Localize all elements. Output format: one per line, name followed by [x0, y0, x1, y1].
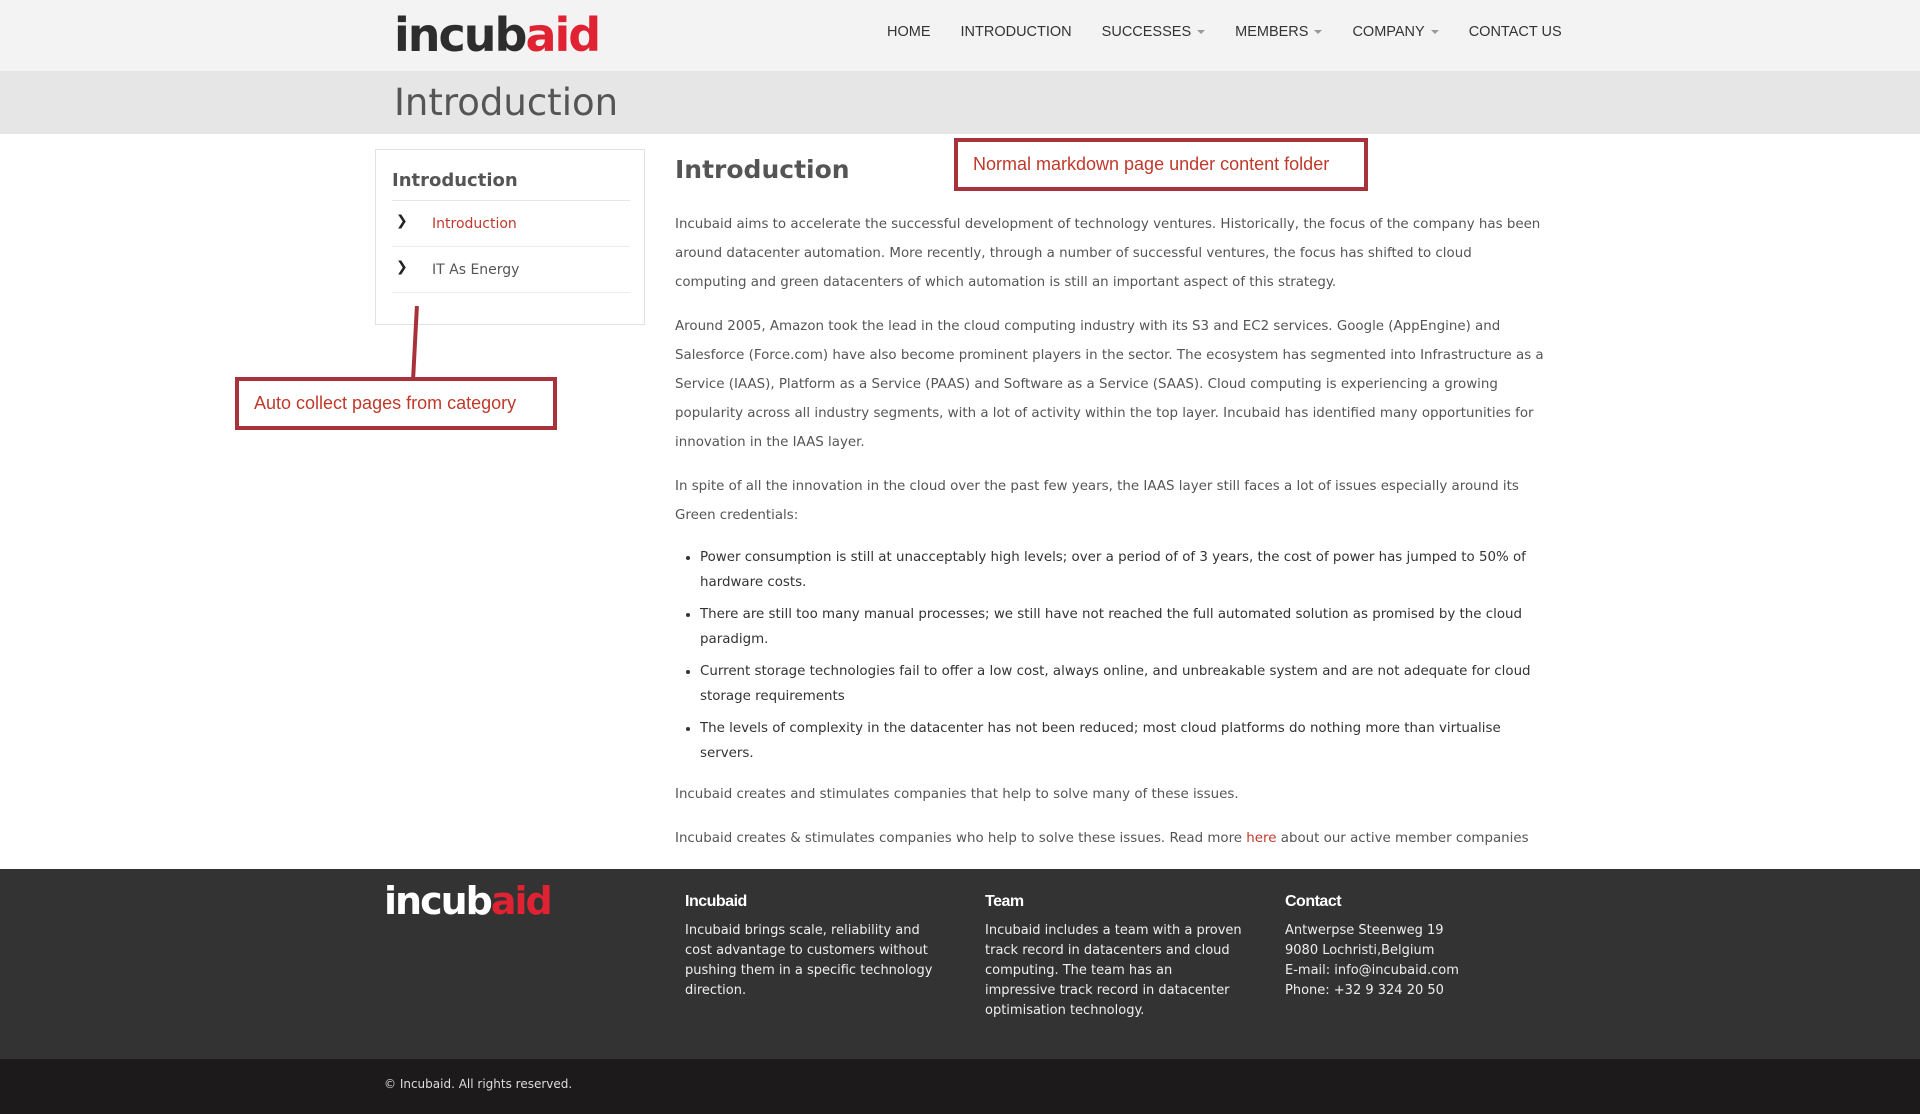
nav-contact-us[interactable]: CONTACT US [1469, 24, 1562, 40]
main-content: Introduction Incubaid aims to accelerate… [675, 150, 1545, 868]
paragraph: Around 2005, Amazon took the lead in the… [675, 319, 1544, 450]
footer-col-team: Team Incubaid includes a team with a pro… [985, 893, 1245, 1021]
text: about our active member companies [1276, 831, 1529, 846]
list-item: Power consumption is still at unacceptab… [700, 545, 1545, 595]
caret-down-icon [1314, 30, 1323, 34]
footer-logo[interactable]: incub aid [384, 879, 553, 923]
chevron-right-icon: ❯ [396, 259, 408, 275]
chevron-right-icon: ❯ [396, 213, 408, 229]
contact-city: 9080 Lochristi,Belgium [1285, 943, 1435, 958]
footer-col-text: Incubaid includes a team with a proven t… [985, 923, 1242, 1018]
annotation-content-note: Normal markdown page under content folde… [954, 138, 1368, 191]
nav-introduction[interactable]: INTRODUCTION [961, 24, 1072, 40]
footer-col-title: Incubaid [685, 893, 747, 910]
nav-company[interactable]: COMPANY [1352, 24, 1439, 40]
logo-text-dark: incub [394, 8, 527, 62]
footer-col-title: Contact [1285, 893, 1342, 910]
nav-successes[interactable]: SUCCESSES [1101, 24, 1206, 40]
footer-col-contact: Contact Antwerpse Steenweg 19 9080 Lochr… [1285, 893, 1545, 1001]
caret-down-icon [1430, 30, 1439, 34]
main-nav: HOME INTRODUCTION SUCCESSES MEMBERS COMP… [887, 24, 1592, 40]
logo-text-light: incub [384, 879, 493, 923]
nav-members[interactable]: MEMBERS [1235, 24, 1323, 40]
contact-address: Antwerpse Steenweg 19 [1285, 923, 1444, 938]
logo-text-red: aid [490, 879, 553, 923]
annotation-text: Auto collect pages from category [254, 393, 517, 413]
list-item: Current storage technologies fail to off… [700, 659, 1545, 709]
nav-label: COMPANY [1352, 24, 1425, 40]
sidebar-item-it-as-energy[interactable]: ❯ IT As Energy [392, 247, 630, 293]
sidebar-title: Introduction [392, 170, 518, 191]
category-sidebar: Introduction ❯ Introduction ❯ IT As Ener… [375, 149, 645, 325]
list-item: The levels of complexity in the datacent… [700, 716, 1545, 766]
annotation-category-note: Auto collect pages from category [235, 377, 557, 430]
nav-label: CONTACT US [1468, 24, 1562, 40]
nav-home[interactable]: HOME [887, 24, 931, 40]
annotation-text: Normal markdown page under content folde… [973, 154, 1330, 174]
nav-label: SUCCESSES [1101, 24, 1192, 40]
here-link[interactable]: here [1246, 831, 1276, 846]
footer-col-incubaid: Incubaid Incubaid brings scale, reliabil… [685, 893, 945, 1001]
caret-down-icon [1197, 30, 1206, 34]
incubaid-logo[interactable]: incub aid [394, 8, 601, 62]
page-title-bar: Introduction [0, 71, 1920, 134]
issues-list: Power consumption is still at unacceptab… [700, 545, 1545, 766]
footer-col-title: Team [985, 893, 1024, 910]
list-item: There are still too many manual processe… [700, 602, 1545, 652]
footer-col-text: Incubaid brings scale, reliability and c… [685, 923, 933, 998]
sidebar-item-introduction[interactable]: ❯ Introduction [392, 201, 630, 247]
sidebar-item-label: IT As Energy [432, 262, 520, 278]
sidebar-item-label: Introduction [432, 216, 517, 232]
top-navbar: incub aid HOME INTRODUCTION SUCCESSES MEM… [0, 0, 1920, 71]
text: Incubaid creates & stimulates companies … [675, 831, 1247, 846]
nav-label: MEMBERS [1235, 24, 1309, 40]
nav-label: HOME [887, 24, 931, 40]
logo-text-red: aid [525, 8, 601, 62]
contact-email[interactable]: E-mail: info@incubaid.com [1285, 961, 1545, 981]
copyright-text: © Incubaid. All rights reserved. [384, 1077, 573, 1091]
copyright-bar: © Incubaid. All rights reserved. [0, 1059, 1920, 1114]
paragraph: Incubaid creates and stimulates companie… [675, 787, 1239, 802]
contact-phone: Phone: +32 9 324 20 50 [1285, 983, 1444, 998]
paragraph: In spite of all the innovation in the cl… [675, 479, 1519, 523]
paragraph: Incubaid aims to accelerate the successf… [675, 217, 1541, 290]
paragraph-read-more: Incubaid creates & stimulates companies … [675, 824, 1545, 853]
footer: incub aid Incubaid Incubaid brings scale,… [0, 869, 1920, 1059]
page-title: Introduction [394, 81, 619, 124]
nav-label: INTRODUCTION [960, 24, 1072, 40]
